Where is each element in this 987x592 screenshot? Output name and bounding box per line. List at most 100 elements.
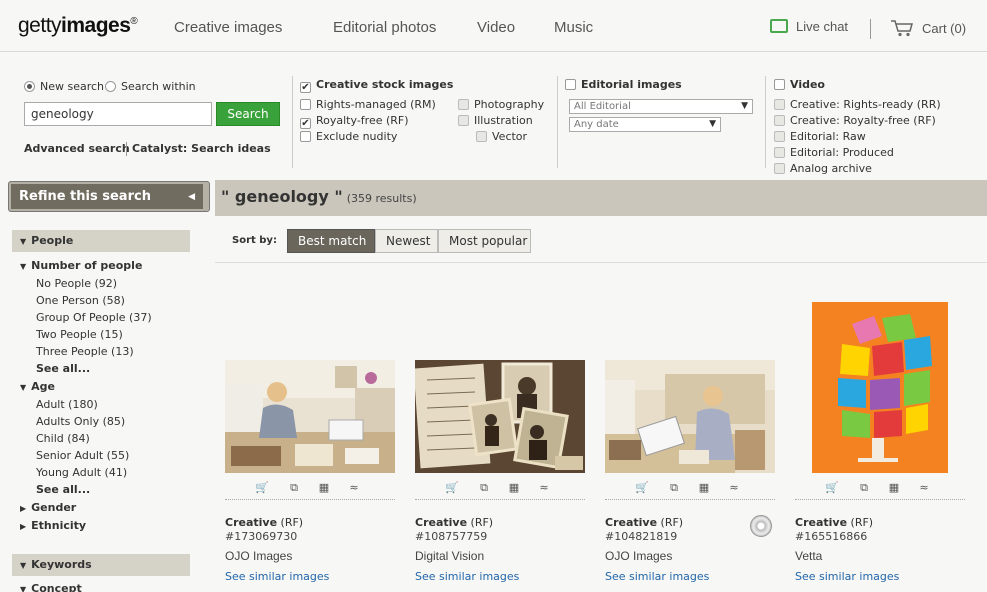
similar-images-icon[interactable]: ≈: [537, 481, 551, 495]
similar-images-icon[interactable]: ≈: [727, 481, 741, 495]
facet-option[interactable]: No People (92): [36, 277, 117, 291]
add-to-cart-icon[interactable]: 🛒: [825, 481, 839, 495]
calculate-price-icon[interactable]: ▦: [697, 481, 711, 495]
editorial-date-value: Any date: [574, 119, 619, 130]
checkbox-exclude-nudity[interactable]: Exclude nudity: [300, 130, 397, 144]
checkbox-editorial-images[interactable]: Editorial images: [565, 78, 682, 92]
checkbox-photography[interactable]: Photography: [458, 98, 544, 112]
add-to-lightbox-icon[interactable]: ⧉: [477, 481, 491, 495]
add-to-lightbox-icon[interactable]: ⧉: [857, 481, 871, 495]
logo-mark: ®: [130, 16, 138, 27]
calculate-price-icon[interactable]: ▦: [317, 481, 331, 495]
sort-best-match-button[interactable]: Best match: [287, 229, 375, 253]
see-similar-link[interactable]: See similar images: [795, 570, 899, 583]
facet-number-of-people[interactable]: ▼ Number of people: [20, 259, 142, 274]
nav-creative-images[interactable]: Creative images: [174, 19, 282, 36]
advanced-search-link[interactable]: Advanced search: [24, 142, 130, 156]
result-license-type: (RF): [280, 516, 304, 529]
facet-option[interactable]: Adult (180): [36, 398, 98, 412]
similar-images-icon[interactable]: ≈: [917, 481, 931, 495]
result-type: Creative: [605, 516, 658, 529]
calculate-price-icon[interactable]: ▦: [507, 481, 521, 495]
section-keywords[interactable]: ▼ Keywords: [12, 554, 190, 576]
collapse-arrow-icon: ◀: [188, 192, 195, 202]
result-license: Creative (RF): [605, 516, 683, 529]
result-thumbnail-woman-laptop[interactable]: [605, 360, 775, 473]
checkbox-rights-managed[interactable]: Rights-managed (RM): [300, 98, 436, 112]
facet-option[interactable]: Senior Adult (55): [36, 449, 129, 463]
similar-images-icon[interactable]: ≈: [347, 481, 361, 495]
search-button[interactable]: Search: [216, 102, 280, 126]
facet-option[interactable]: Three People (13): [36, 345, 134, 359]
checkbox-video-creative-rr[interactable]: Creative: Rights-ready (RR): [774, 98, 941, 112]
editorial-date-select[interactable]: Any date ▼: [569, 117, 721, 132]
section-keywords-label: Keywords: [31, 558, 92, 571]
add-to-lightbox-icon[interactable]: ⧉: [667, 481, 681, 495]
checkbox-video-analog[interactable]: Analog archive: [774, 162, 872, 176]
add-to-cart-icon[interactable]: 🛒: [445, 481, 459, 495]
checkbox-creative-stock[interactable]: ✔ Creative stock images: [300, 78, 453, 93]
nav-video[interactable]: Video: [477, 19, 515, 36]
see-similar-link[interactable]: See similar images: [415, 570, 519, 583]
calculate-price-icon[interactable]: ▦: [887, 481, 901, 495]
nav-editorial-photos[interactable]: Editorial photos: [333, 19, 436, 36]
see-similar-link[interactable]: See similar images: [605, 570, 709, 583]
result-image-id: #108757759: [415, 530, 488, 543]
checkbox-video-editorial-produced[interactable]: Editorial: Produced: [774, 146, 894, 160]
facet-option[interactable]: Two People (15): [36, 328, 123, 342]
expanded-triangle-icon: ▼: [20, 237, 27, 246]
result-type: Creative: [225, 516, 278, 529]
sort-bar: Sort by: Best match Newest Most popular: [215, 216, 987, 263]
facet-label: Concept: [31, 582, 82, 592]
radio-new-search[interactable]: New search: [24, 80, 104, 94]
facet-gender[interactable]: ▶ Gender: [20, 501, 76, 516]
gettyimages-logo[interactable]: gettyimages®: [18, 14, 138, 38]
results-query: " geneology ": [221, 187, 343, 206]
cart-link[interactable]: Cart (0): [890, 19, 966, 37]
facet-option[interactable]: Adults Only (85): [36, 415, 125, 429]
add-to-lightbox-icon[interactable]: ⧉: [287, 481, 301, 495]
sort-label: Sort by:: [232, 235, 277, 246]
see-similar-link[interactable]: See similar images: [225, 570, 329, 583]
editorial-type-select[interactable]: All Editorial ▼: [569, 99, 753, 114]
video-option-label: Editorial: Produced: [790, 146, 894, 159]
facet-option[interactable]: Young Adult (41): [36, 466, 127, 480]
refine-header[interactable]: Refine this search ◀: [8, 181, 210, 212]
results-title: " geneology " (359 results): [221, 187, 417, 206]
add-to-cart-icon[interactable]: 🛒: [255, 481, 269, 495]
see-all-age-link[interactable]: See all...: [36, 483, 90, 497]
radio-search-within[interactable]: Search within: [105, 80, 196, 94]
facet-ethnicity[interactable]: ▶ Ethnicity: [20, 519, 86, 534]
sort-newest-button[interactable]: Newest: [375, 229, 438, 253]
catalyst-link[interactable]: Catalyst: Search ideas: [132, 142, 271, 156]
checkbox-vector[interactable]: Vector: [476, 130, 527, 144]
result-thumbnail-woman-researching[interactable]: [225, 360, 395, 473]
video-option-label: Editorial: Raw: [790, 130, 866, 143]
live-chat-link[interactable]: Live chat: [770, 19, 848, 34]
sort-most-popular-button[interactable]: Most popular: [438, 229, 531, 253]
checkbox-icon: [458, 115, 469, 126]
result-thumbnail-tree-illustration[interactable]: [812, 302, 948, 473]
section-people[interactable]: ▼ People: [12, 230, 190, 252]
result-tools: 🛒 ⧉ ▦ ≈: [445, 481, 555, 497]
add-to-cart-icon[interactable]: 🛒: [635, 481, 649, 495]
facet-option[interactable]: Child (84): [36, 432, 90, 446]
radio-within-label: Search within: [121, 80, 196, 93]
checkbox-video-creative-rf[interactable]: Creative: Royalty-free (RF): [774, 114, 936, 128]
result-thumbnail-vintage-photos[interactable]: [415, 360, 585, 473]
checkbox-video-editorial-raw[interactable]: Editorial: Raw: [774, 130, 866, 144]
facet-option[interactable]: Group Of People (37): [36, 311, 152, 325]
checkbox-illustration[interactable]: Illustration: [458, 114, 533, 128]
search-input[interactable]: [24, 102, 212, 126]
checkbox-royalty-free[interactable]: ✔ Royalty-free (RF): [300, 114, 409, 129]
result-tools: 🛒 ⧉ ▦ ≈: [255, 481, 365, 497]
result-license: Creative (RF): [225, 516, 303, 529]
see-all-number-link[interactable]: See all...: [36, 362, 90, 376]
checkbox-icon: [774, 131, 785, 142]
facet-age[interactable]: ▼ Age: [20, 380, 55, 395]
facet-concept[interactable]: ▼ Concept: [20, 582, 82, 592]
result-license: Creative (RF): [795, 516, 873, 529]
checkbox-video[interactable]: Video: [774, 78, 825, 92]
facet-option[interactable]: One Person (58): [36, 294, 125, 308]
nav-music[interactable]: Music: [554, 19, 593, 36]
